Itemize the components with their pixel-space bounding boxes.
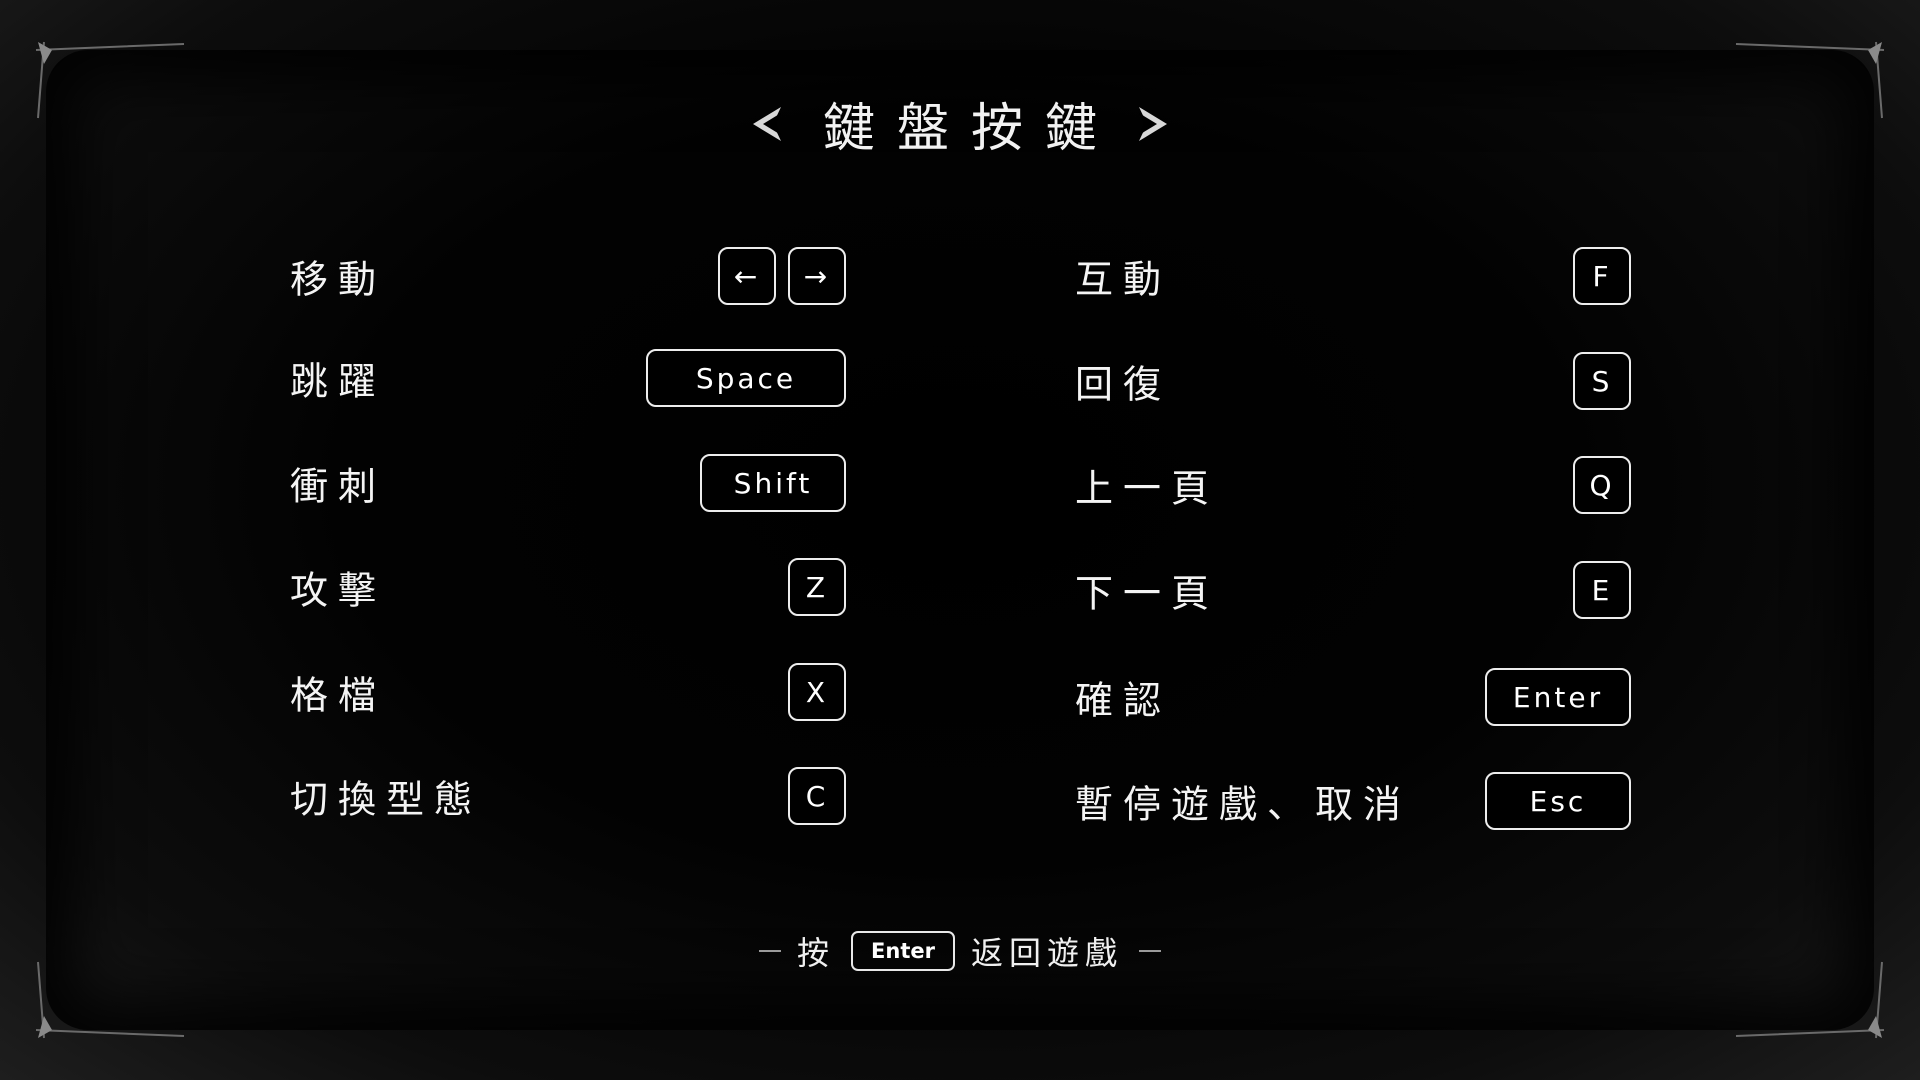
- keycap-z: Z: [788, 558, 846, 616]
- hint-suffix: 返回遊戲: [971, 934, 1124, 972]
- keycap-enter-hint: Enter: [851, 931, 955, 971]
- binding-row-next-page: 下一頁 E: [1075, 561, 1631, 619]
- binding-row-pause-cancel: 暫停遊戲、取消 Esc: [1075, 772, 1631, 830]
- key-group: E: [1573, 561, 1631, 619]
- keycap-left-arrow: ←: [718, 247, 776, 305]
- binding-row-dash: 衝刺 Shift: [290, 454, 846, 512]
- divider-dash-right: [1139, 950, 1162, 952]
- action-label: 確認: [1075, 678, 1172, 723]
- key-group: F: [1573, 247, 1631, 305]
- keyboard-controls-screen: 鍵盤按鍵 移動 ← → 跳躍 Space 衝刺 Shift 攻擊 Z 格檔 X …: [0, 0, 1920, 1080]
- return-to-game-hint[interactable]: 按 Enter 返回遊戲: [0, 928, 1920, 974]
- action-label: 切換型態: [290, 777, 483, 822]
- key-group: S: [1573, 352, 1631, 410]
- keycap-space: Space: [646, 349, 846, 407]
- page-title: 鍵盤按鍵: [822, 99, 1119, 159]
- binding-row-block: 格檔 X: [290, 663, 846, 721]
- binding-row-interact: 互動 F: [1075, 247, 1631, 305]
- action-label: 下一頁: [1075, 571, 1220, 616]
- divider-dash-left: [758, 950, 781, 952]
- binding-row-jump: 跳躍 Space: [290, 349, 846, 407]
- binding-row-switch-form: 切換型態 C: [290, 767, 846, 825]
- key-group: X: [788, 663, 846, 721]
- action-label: 跳躍: [290, 359, 387, 404]
- title-bar: 鍵盤按鍵: [0, 86, 1920, 161]
- binding-row-attack: 攻擊 Z: [290, 558, 846, 616]
- keycap-f: F: [1573, 247, 1631, 305]
- action-label: 攻擊: [290, 568, 387, 613]
- keycap-shift: Shift: [700, 454, 846, 512]
- key-group: Shift: [700, 454, 846, 512]
- key-group: Z: [788, 558, 846, 616]
- keycap-c: C: [788, 767, 846, 825]
- action-label: 移動: [290, 257, 387, 302]
- keycap-enter: Enter: [1485, 668, 1631, 726]
- binding-row-prev-page: 上一頁 Q: [1075, 456, 1631, 514]
- action-label: 格檔: [290, 673, 387, 718]
- action-label: 暫停遊戲、取消: [1075, 782, 1412, 827]
- binding-row-heal: 回復 S: [1075, 352, 1631, 410]
- binding-row-confirm: 確認 Enter: [1075, 668, 1631, 726]
- key-group: Esc: [1485, 772, 1631, 830]
- key-group: Space: [646, 349, 846, 407]
- hint-prefix: 按: [796, 934, 835, 972]
- arrow-right-icon: [1139, 106, 1167, 141]
- action-label: 上一頁: [1075, 466, 1220, 511]
- keycap-esc: Esc: [1485, 772, 1631, 830]
- binding-row-move: 移動 ← →: [290, 247, 846, 305]
- arrow-left-icon: [752, 106, 781, 141]
- keycap-q: Q: [1573, 456, 1631, 514]
- key-group: ← →: [718, 247, 846, 305]
- action-label: 衝刺: [290, 464, 387, 509]
- action-label: 回復: [1075, 362, 1172, 407]
- key-group: C: [788, 767, 846, 825]
- key-group: Q: [1573, 456, 1631, 514]
- action-label: 互動: [1075, 257, 1172, 302]
- key-group: Enter: [1485, 668, 1631, 726]
- screen-frame: [46, 50, 1874, 1030]
- keycap-s: S: [1573, 352, 1631, 410]
- keycap-e: E: [1573, 561, 1631, 619]
- keycap-right-arrow: →: [788, 247, 846, 305]
- keycap-x: X: [788, 663, 846, 721]
